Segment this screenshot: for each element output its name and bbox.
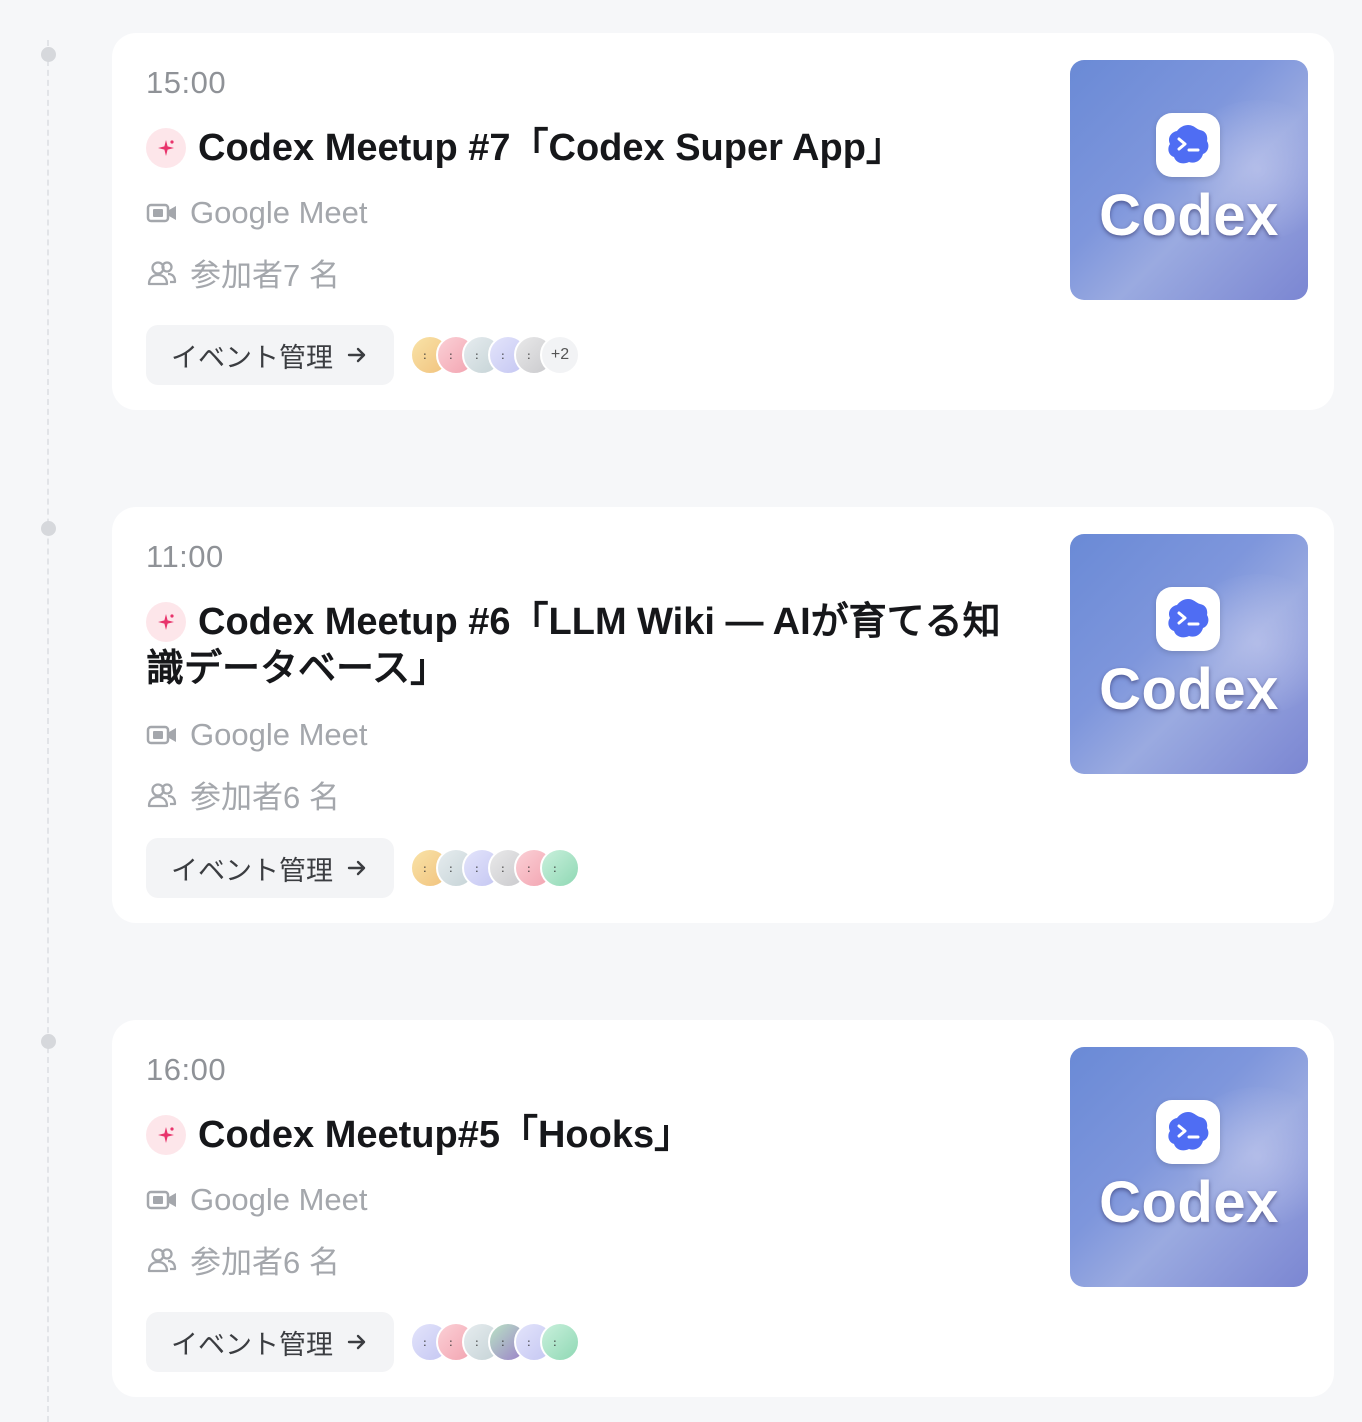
manage-event-label: イベント管理	[171, 1329, 333, 1360]
attendees-label: 参加者6 名	[190, 1245, 340, 1280]
people-icon	[146, 779, 178, 811]
avatar-face: :	[553, 1336, 557, 1349]
timeline-dot	[41, 521, 56, 536]
avatar-face: :	[423, 1336, 427, 1349]
sparkle-icon	[146, 602, 186, 642]
avatar-face: :	[501, 862, 505, 875]
video-camera-icon	[146, 197, 178, 229]
event-attendees: 参加者7 名	[146, 250, 340, 295]
timeline-dot	[41, 47, 56, 62]
event-location: Google Meet	[146, 195, 368, 231]
event-thumbnail[interactable]: Codex	[1070, 60, 1308, 300]
event-title[interactable]: Codex Meetup#5「Hooks」	[198, 1114, 692, 1156]
event-title[interactable]: Codex Meetup #6「LLM Wiki — AIが育てる知識データベー…	[146, 601, 1001, 690]
thumbnail-wordmark: Codex	[1099, 183, 1279, 248]
thumbnail-wordmark: Codex	[1099, 1170, 1279, 1235]
avatar-overflow-count[interactable]: +2	[540, 335, 580, 375]
avatar-face: :	[527, 349, 531, 362]
event-time: 15:00	[146, 65, 227, 100]
avatar-face: :	[475, 1336, 479, 1349]
location-label: Google Meet	[190, 1182, 368, 1217]
avatar-face: :	[475, 862, 479, 875]
event-card[interactable]: 11:00 Codex Meetup #6「LLM Wiki — AIが育てる知…	[112, 507, 1334, 923]
avatar-face: :	[527, 862, 531, 875]
arrow-right-icon	[345, 343, 369, 367]
avatar-face: :	[423, 862, 427, 875]
video-camera-icon	[146, 1184, 178, 1216]
thumbnail-wordmark: Codex	[1099, 657, 1279, 722]
event-thumbnail[interactable]: Codex	[1070, 1047, 1308, 1287]
attendee-avatars[interactable]: : : : : : :	[410, 848, 580, 888]
attendees-label: 参加者7 名	[190, 258, 340, 293]
arrow-right-icon	[345, 1330, 369, 1354]
event-card[interactable]: 15:00 Codex Meetup #7「Codex Super App」 G…	[112, 33, 1334, 410]
manage-event-label: イベント管理	[171, 855, 333, 886]
attendees-label: 参加者6 名	[190, 780, 340, 815]
event-location: Google Meet	[146, 1182, 368, 1218]
event-attendees: 参加者6 名	[146, 772, 340, 817]
avatar-face: :	[449, 862, 453, 875]
avatar-face: :	[501, 349, 505, 362]
avatar-face: :	[449, 349, 453, 362]
event-title-row[interactable]: Codex Meetup #7「Codex Super App」	[146, 125, 1026, 172]
event-title-row[interactable]: Codex Meetup #6「LLM Wiki — AIが育てる知識データベー…	[146, 599, 1026, 693]
avatar-face: :	[527, 1336, 531, 1349]
codex-logo-icon	[1156, 1100, 1220, 1164]
people-icon	[146, 1244, 178, 1276]
event-location: Google Meet	[146, 717, 368, 753]
video-camera-icon	[146, 719, 178, 751]
manage-event-button[interactable]: イベント管理	[146, 1312, 394, 1372]
event-time: 16:00	[146, 1052, 227, 1087]
manage-event-label: イベント管理	[171, 342, 333, 373]
event-attendees: 参加者6 名	[146, 1237, 340, 1282]
codex-logo-icon	[1156, 587, 1220, 651]
avatar-face: :	[449, 1336, 453, 1349]
codex-logo-icon	[1156, 113, 1220, 177]
sparkle-icon	[146, 1115, 186, 1155]
arrow-right-icon	[345, 856, 369, 880]
timeline-line	[47, 40, 49, 1422]
sparkle-icon	[146, 128, 186, 168]
location-label: Google Meet	[190, 195, 368, 230]
location-label: Google Meet	[190, 717, 368, 752]
timeline-dot	[41, 1034, 56, 1049]
event-title[interactable]: Codex Meetup #7「Codex Super App」	[198, 127, 904, 169]
attendee-avatars[interactable]: : : : : : +2	[410, 335, 580, 375]
event-thumbnail[interactable]: Codex	[1070, 534, 1308, 774]
avatar-face: :	[553, 862, 557, 875]
avatar-face: :	[501, 1336, 505, 1349]
manage-event-button[interactable]: イベント管理	[146, 838, 394, 898]
attendee-avatars[interactable]: : : : : : :	[410, 1322, 580, 1362]
event-card[interactable]: 16:00 Codex Meetup#5「Hooks」 Google Meet …	[112, 1020, 1334, 1397]
avatar[interactable]: :	[540, 848, 580, 888]
avatar-face: :	[423, 349, 427, 362]
manage-event-button[interactable]: イベント管理	[146, 325, 394, 385]
event-time: 11:00	[146, 539, 224, 574]
avatar[interactable]: :	[540, 1322, 580, 1362]
avatar-face: :	[475, 349, 479, 362]
event-title-row[interactable]: Codex Meetup#5「Hooks」	[146, 1112, 1026, 1159]
people-icon	[146, 257, 178, 289]
